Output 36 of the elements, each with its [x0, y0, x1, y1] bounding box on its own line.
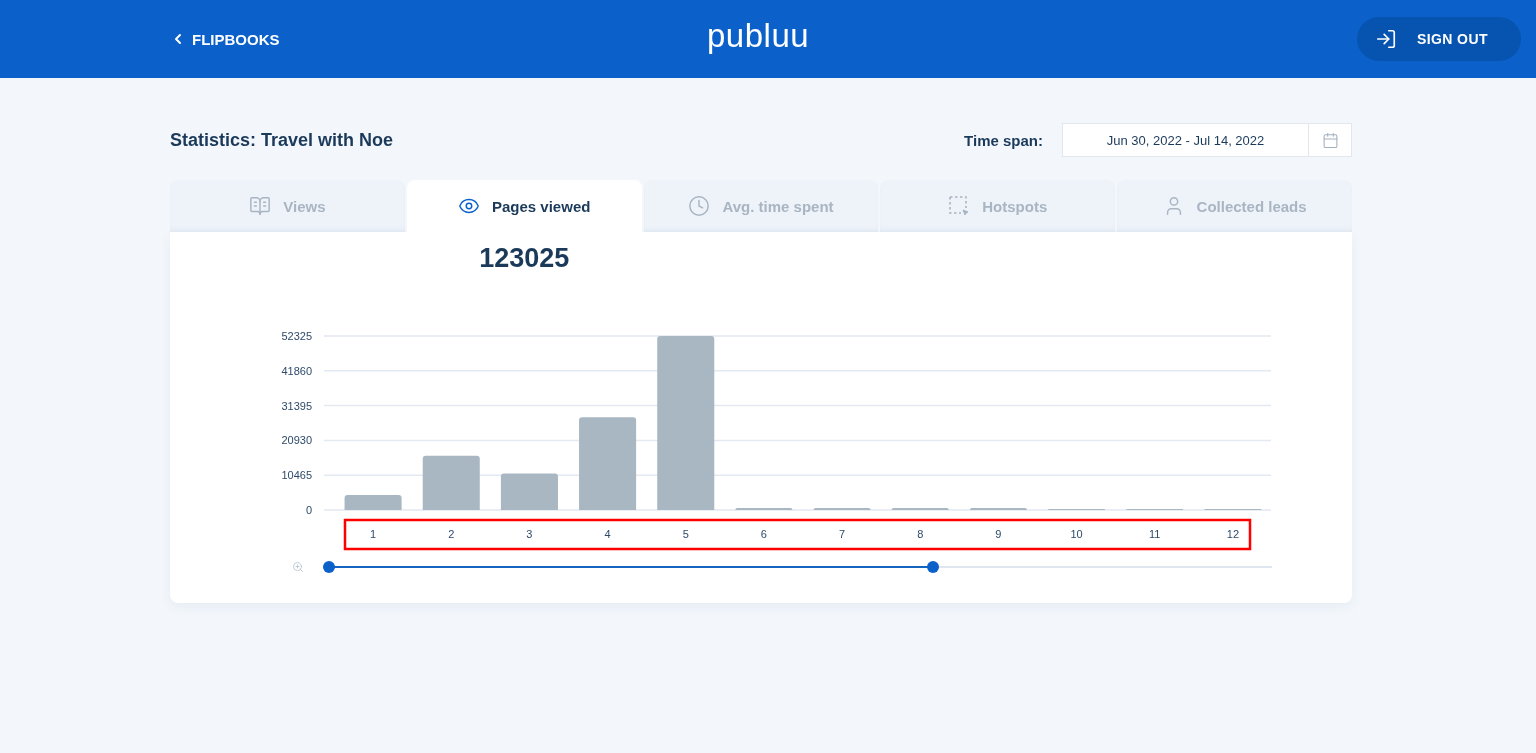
date-range-field[interactable]: Jun 30, 2022 - Jul 14, 2022 — [1062, 123, 1309, 157]
y-axis-label: 41860 — [281, 364, 312, 377]
x-axis-label: 6 — [760, 528, 767, 540]
x-axis-label: 8 — [917, 528, 924, 540]
chart-bar — [422, 455, 480, 510]
x-axis-label: 4 — [604, 528, 611, 540]
tab[interactable]: Pages viewed — [406, 180, 642, 232]
x-axis-label: 3 — [526, 528, 533, 540]
x-axis-label: 5 — [682, 528, 689, 540]
chart-bar — [344, 495, 402, 510]
x-axis-label: 2 — [448, 528, 455, 540]
book-icon — [249, 195, 272, 217]
calendar-icon — [1321, 131, 1339, 149]
y-axis-label: 0 — [305, 504, 312, 516]
chart-bar — [500, 473, 558, 510]
sign-out-button[interactable]: SIGN OUT — [1357, 17, 1521, 61]
x-axis-label: 9 — [995, 528, 1002, 540]
y-axis-label: 20930 — [281, 434, 312, 447]
total-count: 123025 — [478, 242, 571, 275]
x-axis-label: 7 — [839, 528, 846, 540]
y-axis-label: 10465 — [281, 469, 312, 482]
slider-thumb[interactable] — [323, 561, 335, 573]
logo: publuu — [707, 16, 810, 56]
y-axis-label: 52325 — [281, 330, 312, 342]
door-arrow-icon — [1375, 28, 1397, 50]
time-span-label: Time span: — [964, 131, 1043, 149]
dashed-square-pointer-icon — [948, 195, 971, 217]
x-axis-label: 12 — [1226, 528, 1240, 540]
slider-thumb[interactable] — [926, 561, 939, 573]
y-axis-label: 31395 — [281, 399, 312, 412]
back-link[interactable]: FLIPBOOKS — [170, 30, 280, 48]
x-axis-label: 10 — [1070, 528, 1083, 540]
x-axis-label: 11 — [1149, 528, 1161, 540]
page-title: Statistics: Travel with Noe — [170, 129, 394, 151]
clock-icon — [688, 195, 711, 217]
x-axis-label: 1 — [370, 528, 377, 540]
